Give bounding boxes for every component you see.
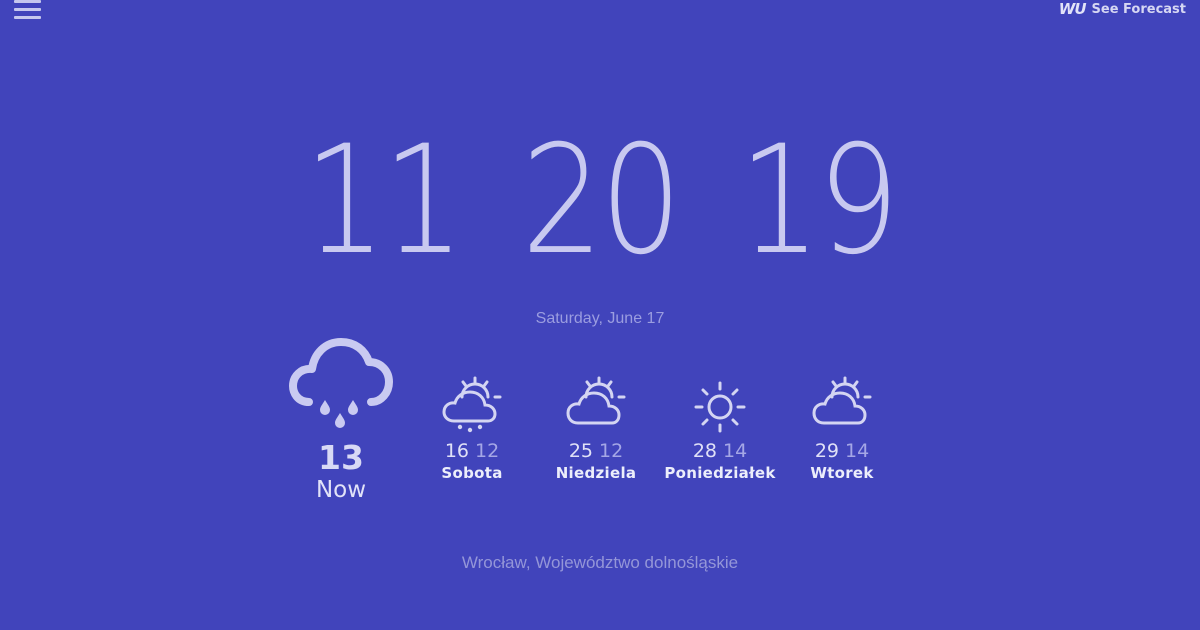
see-forecast-label: See Forecast — [1091, 1, 1186, 17]
current-date: Saturday, June 17 — [535, 310, 665, 327]
weather-clock-page: WU See Forecast 11 20 19 Saturday, June … — [0, 0, 1200, 630]
low-temp: 14 — [845, 440, 870, 462]
day-name: Niedziela — [555, 464, 637, 482]
clock-minutes: 20 — [521, 114, 682, 288]
now-label: Now — [315, 477, 367, 503]
day-temperatures: 25 12 — [536, 440, 656, 462]
forecast-day: 29 14 Wtorek — [782, 375, 902, 484]
high-temp: 28 — [692, 440, 717, 462]
current-temperature: 13 — [318, 438, 364, 477]
hamburger-menu-icon[interactable] — [14, 0, 42, 22]
forecast-day: 25 12 Niedziela — [536, 375, 656, 484]
location-label: Wrocław, Województwo dolnośląskie — [461, 553, 739, 572]
rain-cloud-icon — [289, 338, 393, 428]
high-temp: 16 — [444, 440, 469, 462]
forecast-day: 28 14 Poniedziałek — [660, 375, 780, 484]
high-temp: 25 — [568, 440, 593, 462]
low-temp: 14 — [723, 440, 748, 462]
day-temperatures: 16 12 — [412, 440, 532, 462]
clock-hours: 11 — [303, 114, 465, 288]
day-temperatures: 29 14 — [782, 440, 902, 462]
forecast-day: 16 12 Sobota — [412, 375, 532, 484]
day-temperatures: 28 14 — [660, 440, 780, 462]
day-name: Wtorek — [810, 464, 874, 482]
partly-cloudy-rain-icon — [442, 376, 502, 433]
partly-cloudy-icon — [566, 376, 626, 425]
digital-clock: 11 20 19 — [84, 126, 1116, 276]
see-forecast-link[interactable]: WU See Forecast — [1059, 0, 1186, 18]
partly-cloudy-icon — [812, 376, 872, 425]
day-name: Poniedziałek — [664, 464, 776, 482]
sun-icon — [694, 381, 746, 433]
clock-seconds: 19 — [738, 114, 900, 288]
current-weather: 13 Now — [288, 336, 394, 504]
low-temp: 12 — [599, 440, 624, 462]
high-temp: 29 — [814, 440, 839, 462]
wu-logo-icon: WU — [1058, 0, 1087, 18]
low-temp: 12 — [475, 440, 500, 462]
day-name: Sobota — [441, 464, 503, 482]
